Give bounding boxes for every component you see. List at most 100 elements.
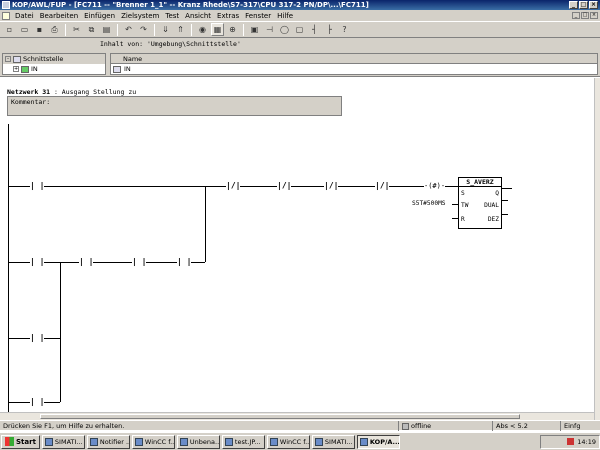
branch-open-icon[interactable]: ┤: [308, 23, 321, 36]
menu-einfuegen[interactable]: Einfügen: [81, 12, 118, 20]
undo-icon[interactable]: ↶: [122, 23, 135, 36]
contact-nc-symbol[interactable]: |/|: [226, 182, 241, 190]
menu-fenster[interactable]: Fenster: [242, 12, 274, 20]
redo-icon[interactable]: ↷: [137, 23, 150, 36]
contact-nc-symbol[interactable]: |/|: [324, 182, 339, 190]
table-cell: IN: [124, 65, 131, 73]
tree-item-schnittstelle[interactable]: - Schnittstelle: [3, 54, 105, 64]
close-button[interactable]: ×: [589, 1, 598, 9]
save-icon[interactable]: ▪: [33, 23, 46, 36]
monitor-icon[interactable]: ◉: [196, 23, 209, 36]
taskbar-item[interactable]: SIMATI...: [41, 434, 85, 449]
app-icon[interactable]: [2, 1, 10, 9]
window-title: KOP/AWL/FUP - [FC711 -- "Brenner 1_1" --…: [12, 1, 369, 9]
contact-no-symbol[interactable]: | |: [177, 258, 192, 266]
horizontal-scrollbar[interactable]: [0, 412, 594, 420]
taskbar-item[interactable]: KOP/A...: [356, 434, 400, 449]
print-icon[interactable]: ⎙: [48, 23, 61, 36]
timer-input-pin: S: [461, 190, 465, 197]
start-button[interactable]: Start: [1, 434, 40, 449]
cut-icon[interactable]: ✂: [70, 23, 83, 36]
contact-icon[interactable]: ⊣: [263, 23, 276, 36]
menu-ansicht[interactable]: Ansicht: [182, 12, 214, 20]
overview-icon[interactable]: ▦: [211, 23, 224, 36]
system-tray: 14:19: [540, 434, 600, 449]
contact-no-symbol[interactable]: | |: [30, 258, 45, 266]
scroll-thumb[interactable]: [40, 414, 520, 419]
new-icon[interactable]: ▫: [3, 23, 16, 36]
paste-icon[interactable]: ▤: [100, 23, 113, 36]
contact-no-symbol[interactable]: | |: [132, 258, 147, 266]
ladder-editor[interactable]: Netzwerk 31 : Ausgang Stellung zu Kommen…: [0, 78, 594, 420]
open-icon[interactable]: ▭: [18, 23, 31, 36]
menu-extras[interactable]: Extras: [214, 12, 242, 20]
taskbar-item[interactable]: WinCC f...: [266, 434, 310, 449]
status-help: Drücken Sie F1, um Hilfe zu erhalten.: [3, 422, 125, 430]
contact-no-symbol[interactable]: | |: [30, 334, 45, 342]
copy-icon[interactable]: ⧉: [85, 23, 98, 36]
timer-type: S_AVERZ: [459, 178, 501, 187]
contact-nc-symbol[interactable]: |/|: [277, 182, 292, 190]
taskbar-item[interactable]: WinCC f...: [131, 434, 175, 449]
taskbar-item[interactable]: test.JP...: [221, 434, 265, 449]
menu-datei[interactable]: Datei: [12, 12, 37, 20]
vertical-scrollbar[interactable]: [594, 78, 600, 420]
contact-no-symbol[interactable]: | |: [30, 398, 45, 406]
toolbar-separator: [243, 23, 244, 36]
tree-item-label: IN: [31, 65, 38, 73]
taskbar-item[interactable]: SIMATI...: [311, 434, 355, 449]
interface-caption: Inhalt von: 'Umgebung\Schnittstelle': [100, 40, 241, 48]
comment-field[interactable]: Kommentar:: [7, 96, 342, 116]
menu-bearbeiten[interactable]: Bearbeiten: [37, 12, 81, 20]
coil-symbol[interactable]: -(#)-: [424, 182, 446, 190]
branch-line: [60, 338, 61, 402]
mdi-restore-button[interactable]: □: [581, 12, 589, 19]
maximize-button[interactable]: □: [579, 1, 588, 9]
timer-output-pin: DEZ: [487, 216, 499, 223]
application-icon: [224, 437, 233, 446]
help-icon[interactable]: ?: [338, 23, 351, 36]
tree-item-label: Schnittstelle: [23, 55, 64, 63]
menu-test[interactable]: Test: [162, 12, 182, 20]
branch-line: [205, 186, 206, 262]
network-icon[interactable]: ▣: [248, 23, 261, 36]
mdi-close-button[interactable]: ×: [590, 12, 598, 19]
download-icon[interactable]: ⇓: [159, 23, 172, 36]
timer-tw-value: S5T#500MS: [412, 200, 446, 207]
dez-wire: [502, 214, 508, 215]
power-rail: [8, 124, 9, 420]
coil-icon[interactable]: ◯: [278, 23, 291, 36]
menu-zielsystem[interactable]: Zielsystem: [118, 12, 162, 20]
q-wire: [502, 188, 512, 189]
contact-nc-symbol[interactable]: |/|: [375, 182, 390, 190]
document-icon[interactable]: [2, 11, 10, 20]
menu-hilfe[interactable]: Hilfe: [274, 12, 296, 20]
box-icon[interactable]: ▢: [293, 23, 306, 36]
taskbar-item[interactable]: Unbena...: [176, 434, 220, 449]
taskbar-item[interactable]: Notifier ...: [86, 434, 130, 449]
application-icon: [269, 437, 278, 446]
collapse-icon[interactable]: -: [5, 56, 11, 62]
timer-output-pin: DUAL: [484, 202, 499, 209]
application-icon: [179, 437, 188, 446]
column-header-name[interactable]: Name: [111, 54, 597, 64]
tray-icon[interactable]: [567, 438, 575, 445]
taskbar-item-label: Unbena...: [189, 437, 220, 446]
toolbar: ▫ ▭ ▪ ⎙ ✂ ⧉ ▤ ↶ ↷ ⇓ ⇑ ◉ ▦ ⊕ ▣ ⊣ ◯ ▢ ┤ ├?: [0, 21, 600, 38]
contact-no-symbol[interactable]: | |: [30, 182, 45, 190]
application-icon: [89, 437, 98, 446]
minimize-button[interactable]: _: [569, 1, 578, 9]
tree-item-in[interactable]: + IN: [3, 64, 105, 74]
zoom-icon[interactable]: ⊕: [226, 23, 239, 36]
table-row[interactable]: IN: [111, 64, 597, 74]
branch-close-icon[interactable]: ├: [323, 23, 336, 36]
clock[interactable]: 14:19: [577, 438, 596, 446]
upload-icon[interactable]: ⇑: [174, 23, 187, 36]
contact-no-symbol[interactable]: | |: [79, 258, 94, 266]
timer-input-pin: TW: [461, 202, 469, 209]
mdi-minimize-button[interactable]: _: [572, 12, 580, 19]
taskbar: Start SIMATI... Notifier ... WinCC f... Unb…: [0, 432, 600, 450]
expand-icon[interactable]: +: [13, 66, 19, 72]
timer-box[interactable]: S_AVERZ S TW R Q DUAL DEZ: [458, 177, 502, 229]
interface-tree: - Schnittstelle + IN: [2, 53, 106, 75]
